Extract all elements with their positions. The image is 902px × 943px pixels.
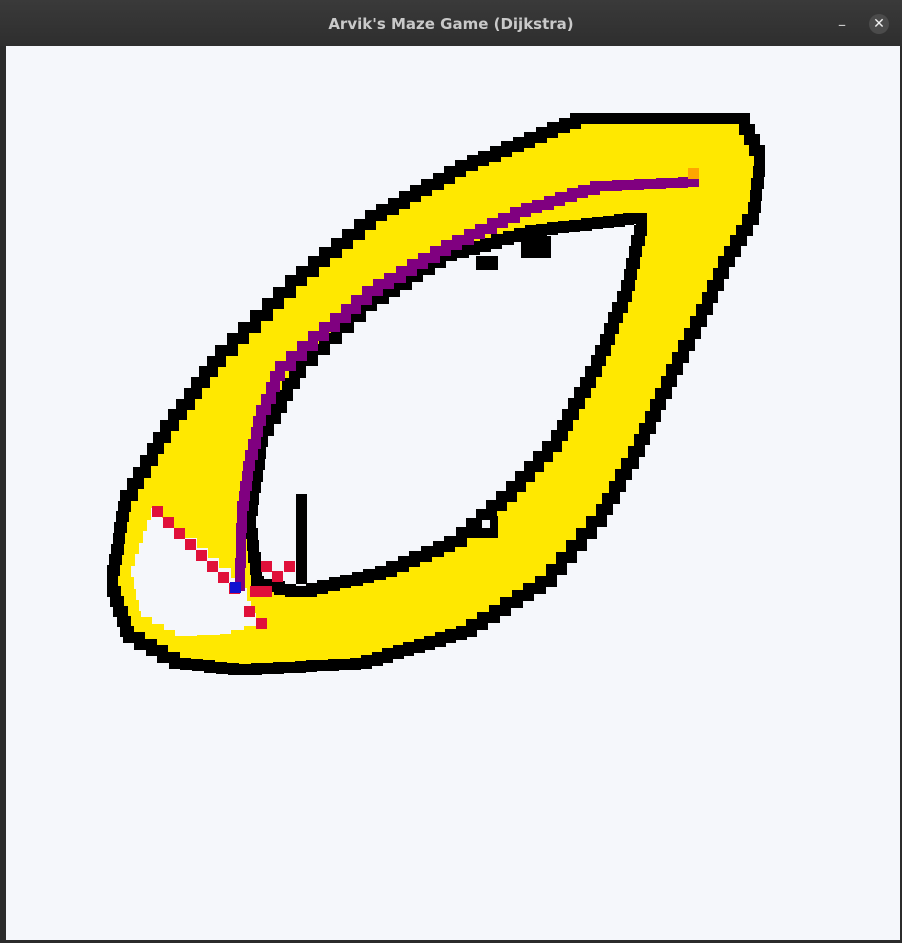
wall-spike [296,494,307,584]
goal-cell [688,168,699,179]
frontier-cell [152,506,163,517]
wall-island [521,236,551,258]
frontier-cell [284,561,295,572]
frontier-cell [185,539,196,550]
frontier-cell [218,572,229,583]
frontier-cell [244,606,255,617]
window-title: Arvik's Maze Game (Dijkstra) [328,15,574,33]
frontier-cell [207,561,218,572]
frontier-cell [250,586,272,597]
title-bar[interactable]: Arvik's Maze Game (Dijkstra) – ✕ [0,0,902,47]
close-button[interactable]: ✕ [869,14,889,34]
window-frame-left [0,46,6,943]
start-cell [230,582,241,593]
wall-island [476,256,498,270]
frontier-cell [272,571,283,582]
maze-canvas[interactable] [6,46,901,940]
maze-canvas-area[interactable] [6,46,901,940]
frontier-cell [196,550,207,561]
frontier-cell [261,561,272,572]
wall-island-hole [482,520,490,528]
frontier-cell [174,528,185,539]
frontier-cell [256,618,267,629]
minimize-button[interactable]: – [828,12,856,36]
frontier-cell [163,517,174,528]
app-window: Arvik's Maze Game (Dijkstra) – ✕ [0,0,902,943]
